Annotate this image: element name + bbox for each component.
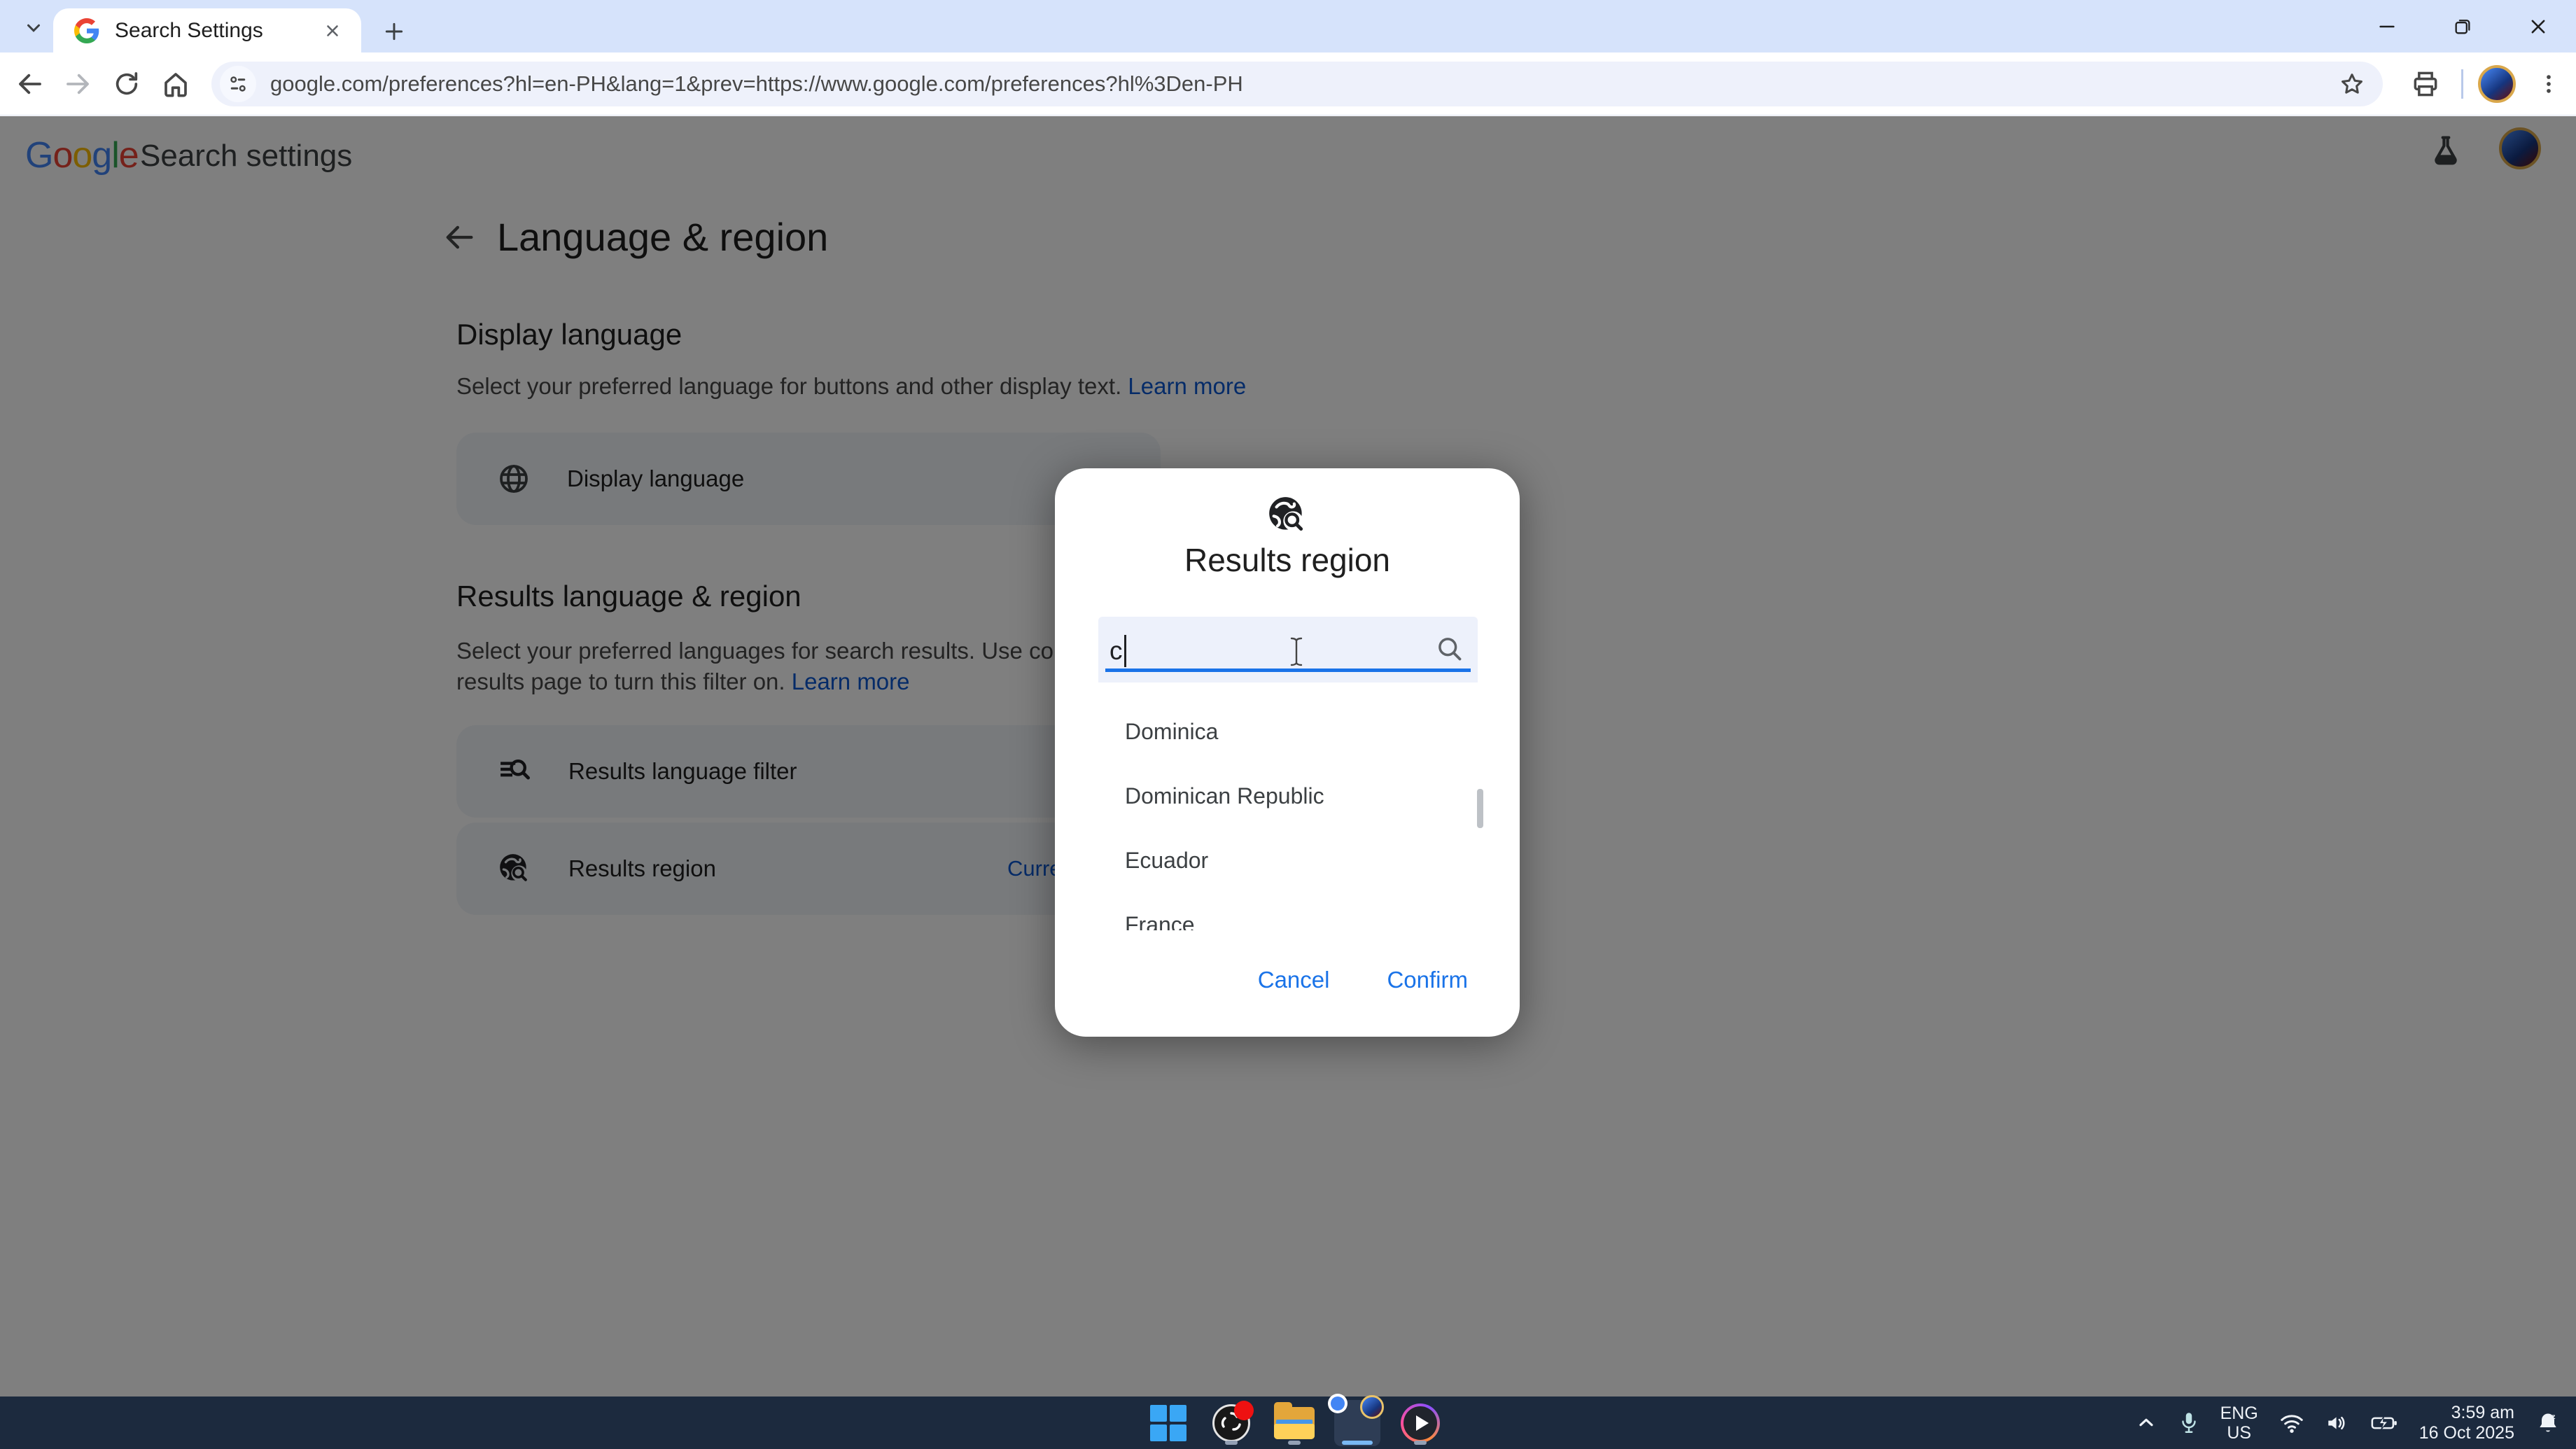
input-focus-underline bbox=[1105, 668, 1471, 672]
chrome-profile-badge bbox=[1360, 1395, 1384, 1419]
taskbar-tray: ENGUS 3:59 am16 Oct 2025 z bbox=[2135, 1396, 2561, 1449]
text-caret bbox=[1124, 635, 1126, 667]
page-viewport: Google Search settings Language & region… bbox=[0, 116, 2576, 1396]
microphone-tray-button[interactable] bbox=[2178, 1411, 2199, 1435]
windows-taskbar: ENGUS 3:59 am16 Oct 2025 z bbox=[0, 1396, 2576, 1449]
kebab-menu-icon bbox=[2537, 72, 2561, 96]
chevron-down-icon bbox=[23, 18, 44, 38]
ibeam-mouse-cursor bbox=[1287, 636, 1306, 671]
battery-tray-button[interactable] bbox=[2370, 1413, 2398, 1434]
search-input-value: c bbox=[1110, 635, 1126, 667]
language-indicator[interactable]: ENGUS bbox=[2220, 1404, 2258, 1443]
list-scrollbar-thumb[interactable] bbox=[1477, 789, 1483, 828]
region-option[interactable]: France bbox=[1055, 892, 1520, 930]
taskbar-chrome[interactable] bbox=[1334, 1400, 1380, 1446]
forward-button[interactable] bbox=[62, 68, 94, 100]
close-icon bbox=[323, 22, 342, 40]
tab-title: Search Settings bbox=[115, 19, 319, 43]
arrow-left-icon bbox=[15, 69, 45, 99]
taskbar-obs[interactable] bbox=[1208, 1400, 1254, 1446]
tab-search-button[interactable] bbox=[13, 13, 55, 43]
svg-text:z: z bbox=[2552, 1413, 2555, 1421]
site-settings-button[interactable] bbox=[220, 66, 256, 102]
region-option[interactable]: Dominica bbox=[1055, 699, 1520, 764]
taskbar-file-explorer[interactable] bbox=[1271, 1400, 1317, 1446]
bell-snooze-icon: z bbox=[2535, 1410, 2561, 1436]
windows-logo-icon bbox=[1150, 1405, 1186, 1441]
recording-badge bbox=[1234, 1401, 1254, 1420]
browser-toolbar: google.com/preferences?hl=en-PH&lang=1&p… bbox=[0, 52, 2576, 115]
wifi-tray-button[interactable] bbox=[2279, 1413, 2304, 1434]
battery-charging-icon bbox=[2370, 1413, 2398, 1434]
speaker-icon bbox=[2325, 1413, 2349, 1434]
home-button[interactable] bbox=[160, 68, 192, 100]
printer-icon bbox=[2410, 69, 2441, 99]
volume-tray-button[interactable] bbox=[2325, 1413, 2349, 1434]
active-running-indicator bbox=[1342, 1441, 1373, 1445]
obs-icon bbox=[1212, 1404, 1250, 1442]
confirm-button[interactable]: Confirm bbox=[1381, 958, 1474, 1002]
start-button[interactable] bbox=[1145, 1400, 1191, 1446]
browser-profile-avatar[interactable] bbox=[2478, 65, 2516, 103]
new-tab-button[interactable] bbox=[378, 15, 410, 48]
window-controls bbox=[2349, 0, 2576, 52]
region-option[interactable]: Dominican Republic bbox=[1055, 764, 1520, 828]
running-indicator bbox=[1414, 1441, 1427, 1445]
clock[interactable]: 3:59 am16 Oct 2025 bbox=[2419, 1403, 2514, 1443]
globe-search-icon bbox=[1266, 493, 1309, 540]
wifi-icon bbox=[2279, 1413, 2304, 1434]
dialog-title: Results region bbox=[1055, 541, 1520, 579]
bookmark-button[interactable] bbox=[2337, 69, 2367, 99]
region-search-input[interactable]: c bbox=[1098, 617, 1478, 682]
notification-center-button[interactable]: z bbox=[2535, 1410, 2561, 1436]
region-options-list[interactable]: Dominica Dominican Republic Ecuador Fran… bbox=[1055, 699, 1520, 930]
browser-menu-button[interactable] bbox=[2533, 66, 2565, 102]
window-restore-button[interactable] bbox=[2425, 0, 2500, 52]
taskbar-media-player[interactable] bbox=[1397, 1400, 1443, 1446]
minimize-icon bbox=[2377, 17, 2397, 36]
browser-titlebar: Search Settings bbox=[0, 0, 2576, 52]
running-indicator bbox=[1288, 1441, 1301, 1445]
site-controls-icon bbox=[227, 74, 248, 94]
restore-icon bbox=[2453, 17, 2472, 36]
taskbar-center-apps bbox=[1145, 1396, 1443, 1449]
browser-tab[interactable]: Search Settings bbox=[53, 8, 361, 52]
window-minimize-button[interactable] bbox=[2349, 0, 2425, 52]
reload-button[interactable] bbox=[111, 68, 143, 100]
arrow-right-icon bbox=[63, 69, 92, 99]
window-close-button[interactable] bbox=[2500, 0, 2576, 52]
tray-overflow-button[interactable] bbox=[2135, 1412, 2157, 1434]
microphone-icon bbox=[2178, 1411, 2199, 1435]
dialog-actions: Cancel Confirm bbox=[1252, 958, 1474, 1002]
cancel-button[interactable]: Cancel bbox=[1252, 958, 1336, 1002]
print-button[interactable] bbox=[2408, 66, 2443, 102]
file-explorer-icon bbox=[1274, 1407, 1315, 1439]
tab-close-button[interactable] bbox=[319, 18, 346, 44]
close-icon bbox=[2528, 17, 2548, 36]
url-text[interactable]: google.com/preferences?hl=en-PH&lang=1&p… bbox=[270, 71, 2337, 97]
home-icon bbox=[161, 69, 190, 99]
star-icon bbox=[2339, 71, 2365, 97]
media-player-icon bbox=[1401, 1404, 1440, 1443]
back-button[interactable] bbox=[14, 68, 46, 100]
plus-icon bbox=[383, 20, 405, 43]
results-region-dialog: Results region c Dominica Dominican Repu… bbox=[1055, 468, 1520, 1037]
region-option[interactable]: Ecuador bbox=[1055, 828, 1520, 892]
url-bar[interactable]: google.com/preferences?hl=en-PH&lang=1&p… bbox=[211, 62, 2383, 106]
reload-icon bbox=[113, 70, 141, 98]
search-icon bbox=[1434, 634, 1465, 668]
toolbar-divider bbox=[2461, 69, 2463, 99]
google-favicon-icon bbox=[74, 18, 99, 43]
running-indicator bbox=[1225, 1441, 1238, 1445]
chevron-up-icon bbox=[2135, 1412, 2157, 1434]
